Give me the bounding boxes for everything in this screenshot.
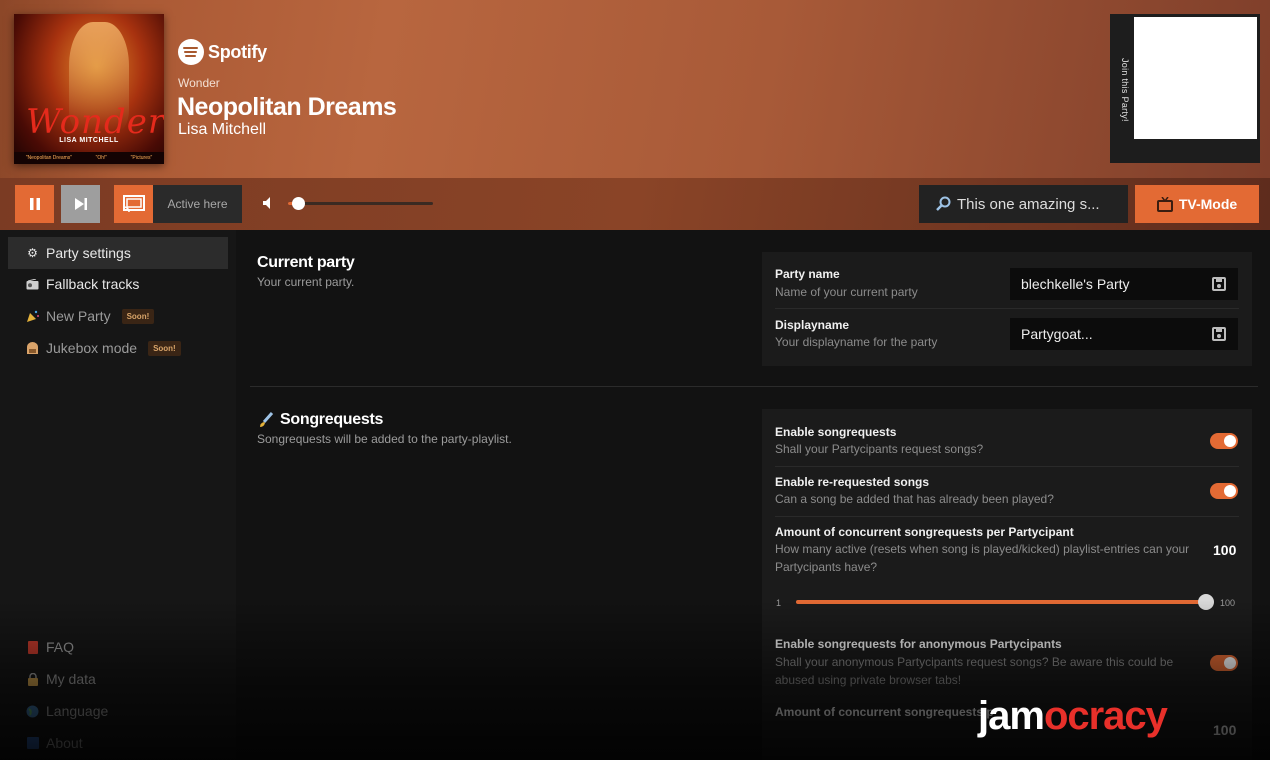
anonymous-toggle[interactable] (1210, 655, 1238, 671)
join-qr-code[interactable] (1134, 17, 1257, 139)
enable-songrequests-title: Enable songrequests (775, 425, 897, 439)
track-title: Neopolitan Dreams (177, 93, 397, 121)
enable-songrequests-desc: Shall your Partycipants request songs? (775, 442, 984, 456)
row-divider (775, 308, 1239, 309)
book-icon (26, 640, 39, 654)
displayname-value: Partygoat... (1021, 326, 1093, 342)
rerequest-toggle[interactable] (1210, 483, 1238, 499)
sidebar-item-label: Jukebox mode (46, 340, 138, 356)
cover-strip-text: "Oh!" (95, 155, 108, 161)
row-divider (775, 516, 1239, 517)
spotify-icon (178, 39, 204, 65)
sidebar-item-label: Fallback tracks (46, 276, 140, 292)
anon-concurrent-title: Amount of concurrent songrequests p (775, 705, 994, 719)
info-icon (26, 737, 39, 750)
rerequest-desc: Can a song be added that has already bee… (775, 492, 1054, 506)
songrequests-title-row: Songrequests (258, 411, 383, 429)
tv-icon (1156, 196, 1173, 212)
party-name-field[interactable]: blechkelle's Party (1010, 268, 1238, 300)
displayname-title: Displayname (775, 318, 850, 332)
pause-icon (29, 198, 40, 210)
active-device-label: Active here (153, 185, 242, 223)
cover-title: Wonder (26, 102, 164, 142)
tv-mode-button[interactable]: TV-Mode (1135, 185, 1259, 223)
gear-icon: ⚙ (27, 246, 38, 260)
displayname-desc: Your displayname for the party (775, 335, 938, 349)
party-popper-icon (26, 310, 39, 323)
sidebar-item-party-settings[interactable]: ⚙ Party settings (8, 237, 228, 269)
sidebar-item-fallback-tracks[interactable]: Fallback tracks (8, 268, 228, 300)
volume-slider-handle[interactable] (292, 197, 305, 210)
current-party-subtitle: Your current party. (257, 275, 355, 289)
spotify-logo: Spotify (178, 39, 267, 65)
jamocracy-logo: jam ocracy (978, 694, 1168, 739)
join-party-label: Join this Party! (1120, 58, 1130, 122)
displayname-field[interactable]: Partygoat... (1010, 318, 1238, 350)
soon-badge: Soon! (148, 340, 181, 356)
skip-next-button[interactable] (61, 185, 100, 223)
volume-slider[interactable] (288, 202, 433, 205)
party-name-title: Party name (775, 267, 840, 281)
range-min-label: 1 (776, 598, 782, 608)
service-name: Spotify (208, 41, 267, 62)
lock-icon (26, 672, 39, 686)
tv-mode-label: TV-Mode (1178, 196, 1238, 212)
brush-icon (260, 412, 274, 427)
rerequest-title: Enable re-requested songs (775, 475, 930, 489)
current-party-title: Current party (257, 254, 355, 271)
jukebox-icon (26, 341, 39, 355)
concurrent-slider[interactable] (796, 600, 1208, 604)
cover-artist: LISA MITCHELL (59, 137, 119, 144)
sidebar-item-jukebox-mode[interactable]: Jukebox mode Soon! (8, 332, 228, 364)
cast-device-button[interactable] (114, 185, 153, 223)
sidebar-item-label: New Party (46, 308, 111, 324)
cover-strip-text: "Pictures" (130, 155, 153, 161)
sidebar-item-label: About (46, 735, 83, 751)
anonymous-title: Enable songrequests for anonymous Partyc… (775, 637, 1062, 651)
sidebar-item-about[interactable]: About (26, 735, 83, 751)
sidebar-item-new-party[interactable]: New Party Soon! (8, 300, 228, 332)
sidebar-item-label: My data (46, 671, 96, 687)
sidebar-item-label: FAQ (46, 639, 75, 655)
row-divider (775, 466, 1239, 467)
cover-strip-text: "Neopolitan Dreams" (25, 155, 73, 161)
concurrent-title: Amount of concurrent songrequests per Pa… (775, 525, 1074, 539)
party-name-value: blechkelle's Party (1021, 276, 1130, 292)
volume-icon[interactable] (262, 196, 274, 210)
range-max-label: 100 (1220, 598, 1236, 608)
search-label: This one amazing s... (957, 195, 1100, 213)
globe-icon (26, 705, 39, 718)
songrequests-subtitle: Songrequests will be added to the party-… (257, 432, 512, 446)
artist-name: Lisa Mitchell (178, 121, 267, 138)
pause-button[interactable] (15, 185, 54, 223)
brand-text-white: jam (978, 694, 1045, 738)
song-search-button[interactable]: This one amazing s... (919, 185, 1128, 223)
sidebar-item-label: Party settings (46, 245, 131, 261)
cover-strip: "Neopolitan Dreams" "Oh!" "Pictures" (14, 152, 164, 164)
sidebar-item-my-data[interactable]: My data (26, 671, 96, 687)
album-name: Wonder (178, 76, 220, 90)
cast-icon (122, 195, 145, 213)
radio-icon (26, 278, 39, 291)
sidebar-item-language[interactable]: Language (26, 703, 108, 719)
anonymous-desc: Shall your anonymous Partycipants reques… (775, 655, 1174, 687)
sidebar-item-faq[interactable]: FAQ (26, 639, 74, 655)
section-divider (250, 386, 1258, 387)
songrequests-title: Songrequests (280, 411, 384, 428)
party-name-desc: Name of your current party (775, 285, 918, 299)
save-icon[interactable] (1212, 327, 1226, 341)
brand-text-red: ocracy (1043, 694, 1168, 738)
anon-concurrent-value: 100 (1213, 722, 1237, 738)
concurrent-slider-handle[interactable] (1198, 594, 1214, 610)
album-cover: Wonder LISA MITCHELL "Neopolitan Dreams"… (14, 14, 164, 164)
sidebar-item-label: Language (46, 703, 109, 719)
skip-next-icon (74, 198, 87, 210)
enable-songrequests-toggle[interactable] (1210, 433, 1238, 449)
soon-badge: Soon! (121, 308, 155, 324)
concurrent-value: 100 (1213, 542, 1237, 558)
concurrent-desc: How many active (resets when song is pla… (775, 542, 1190, 574)
save-icon[interactable] (1212, 277, 1226, 291)
search-icon (936, 196, 951, 211)
